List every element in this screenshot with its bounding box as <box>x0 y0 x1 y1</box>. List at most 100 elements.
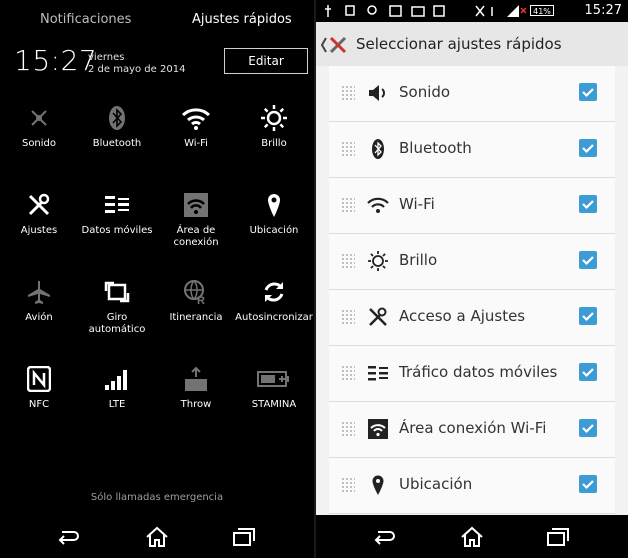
item-label: Sonido <box>399 83 451 101</box>
home-icon[interactable] <box>141 523 173 551</box>
tile-label: Avión <box>25 312 53 323</box>
tile-label: NFC <box>28 399 50 410</box>
tile-settings[interactable]: Ajustes <box>0 191 78 237</box>
bluetooth-icon <box>78 104 156 132</box>
tile-label: Bluetooth <box>92 138 142 149</box>
checkbox[interactable] <box>579 83 597 101</box>
drag-handle[interactable] <box>341 477 355 494</box>
tile-mobile-data[interactable]: Datos móviles <box>78 191 156 237</box>
brightness-icon <box>235 104 313 132</box>
item-label: Área conexión Wi-Fi <box>399 419 547 437</box>
drag-handle[interactable] <box>341 253 355 270</box>
notification-icons <box>325 5 493 17</box>
sound-off-icon <box>0 104 78 132</box>
tile-label: Itinerancia <box>169 312 223 323</box>
stamina-battery-icon <box>235 365 313 393</box>
page-title: Seleccionar ajustes rápidos <box>356 35 562 53</box>
mobile-data-icon <box>78 191 156 219</box>
recent-apps-icon[interactable] <box>542 523 574 551</box>
home-icon[interactable] <box>456 523 488 551</box>
wifi-icon <box>157 104 235 132</box>
list-item[interactable]: Wi-Fi <box>329 178 615 234</box>
drag-handle[interactable] <box>341 141 355 158</box>
speaker-icon <box>367 81 389 105</box>
tile-sound[interactable]: Sonido <box>0 104 78 150</box>
day-label: viernes <box>88 52 125 63</box>
recent-apps-icon[interactable] <box>228 523 260 551</box>
item-label: Wi-Fi <box>399 195 435 213</box>
edit-button[interactable]: Editar <box>224 48 308 74</box>
tile-label: Sonido <box>21 138 57 149</box>
tab-quick-settings[interactable]: Ajustes rápidos <box>192 12 292 27</box>
tile-location[interactable]: Ubicación <box>235 191 313 237</box>
checkbox[interactable] <box>579 419 597 437</box>
tile-hotspot[interactable]: Área de conexión <box>157 191 235 249</box>
status-bar: 41% 15:27 <box>316 0 628 22</box>
navigation-bar <box>316 515 628 558</box>
list-item[interactable]: Bluetooth <box>329 122 615 178</box>
auto-rotate-icon <box>78 278 156 306</box>
drag-handle[interactable] <box>341 365 355 382</box>
tile-label: STAMINA <box>251 399 297 410</box>
tile-label: Datos móviles <box>81 225 153 236</box>
location-icon <box>367 473 389 497</box>
drag-handle[interactable] <box>341 421 355 438</box>
svg-text:R: R <box>197 295 205 305</box>
back-icon[interactable] <box>52 523 84 551</box>
back-icon[interactable] <box>368 523 400 551</box>
wifi-icon <box>367 193 389 217</box>
list-item[interactable]: Sonido <box>329 66 615 122</box>
tile-brightness[interactable]: Brillo <box>235 104 313 150</box>
hotspot-icon <box>157 191 235 219</box>
tile-label: Ubicación <box>249 225 299 236</box>
checkbox[interactable] <box>579 307 597 325</box>
drag-handle[interactable] <box>341 309 355 326</box>
nfc-icon <box>0 365 78 393</box>
tile-throw[interactable]: Throw <box>157 365 235 411</box>
list-item[interactable]: Brillo <box>329 234 615 290</box>
settings-tools-icon <box>320 36 347 54</box>
battery-indicator: 41% <box>530 5 554 16</box>
tile-nfc[interactable]: NFC <box>0 365 78 411</box>
tile-label: Área de conexión <box>173 225 219 248</box>
location-icon <box>235 191 313 219</box>
tile-bluetooth[interactable]: Bluetooth <box>78 104 156 150</box>
checkbox[interactable] <box>579 475 597 493</box>
tile-stamina[interactable]: STAMINA <box>235 365 313 411</box>
mobile-data-icon <box>367 361 389 385</box>
drag-handle[interactable] <box>341 85 355 102</box>
hotspot-icon <box>367 417 389 441</box>
tile-label: Giro automático <box>88 312 146 335</box>
list-item[interactable]: Área conexión Wi-Fi <box>329 402 615 458</box>
date-label: 2 de mayo de 2014 <box>88 64 186 75</box>
tile-airplane[interactable]: Avión <box>0 278 78 324</box>
tile-auto-rotate[interactable]: Giro automático <box>78 278 156 336</box>
item-label: Ubicación <box>399 475 473 493</box>
back-button[interactable] <box>319 34 355 60</box>
drag-handle[interactable] <box>341 197 355 214</box>
tab-notifications[interactable]: Notificaciones <box>40 12 131 27</box>
tile-label: Brillo <box>261 138 287 149</box>
list-item[interactable]: Tráfico datos móviles <box>329 346 615 402</box>
tile-label: Autosincronizar <box>235 312 313 323</box>
list-item[interactable]: Acceso a Ajustes <box>329 290 615 346</box>
status-time: 15:27 <box>584 3 622 18</box>
tile-label: LTE <box>108 399 126 410</box>
tile-auto-sync[interactable]: Autosincronizar <box>235 278 313 324</box>
tile-label: Throw <box>180 399 212 410</box>
item-label: Tráfico datos móviles <box>399 363 558 381</box>
list-item[interactable]: Ubicación <box>329 458 615 514</box>
tile-wifi[interactable]: Wi-Fi <box>157 104 235 150</box>
checkbox[interactable] <box>579 195 597 213</box>
emergency-calls-text: Sólo llamadas emergencia <box>90 492 224 503</box>
checkbox[interactable] <box>579 139 597 157</box>
item-label: Bluetooth <box>399 139 472 157</box>
bluetooth-icon <box>367 137 389 161</box>
tile-lte[interactable]: LTE <box>78 365 156 411</box>
quick-settings-panel: Notificaciones Ajustes rápidos 15:27 vie… <box>0 0 314 558</box>
checkbox[interactable] <box>579 251 597 269</box>
signal-icon <box>507 5 527 17</box>
tile-label: Wi-Fi <box>184 138 208 149</box>
checkbox[interactable] <box>579 363 597 381</box>
tile-roaming[interactable]: R Itinerancia <box>157 278 235 324</box>
